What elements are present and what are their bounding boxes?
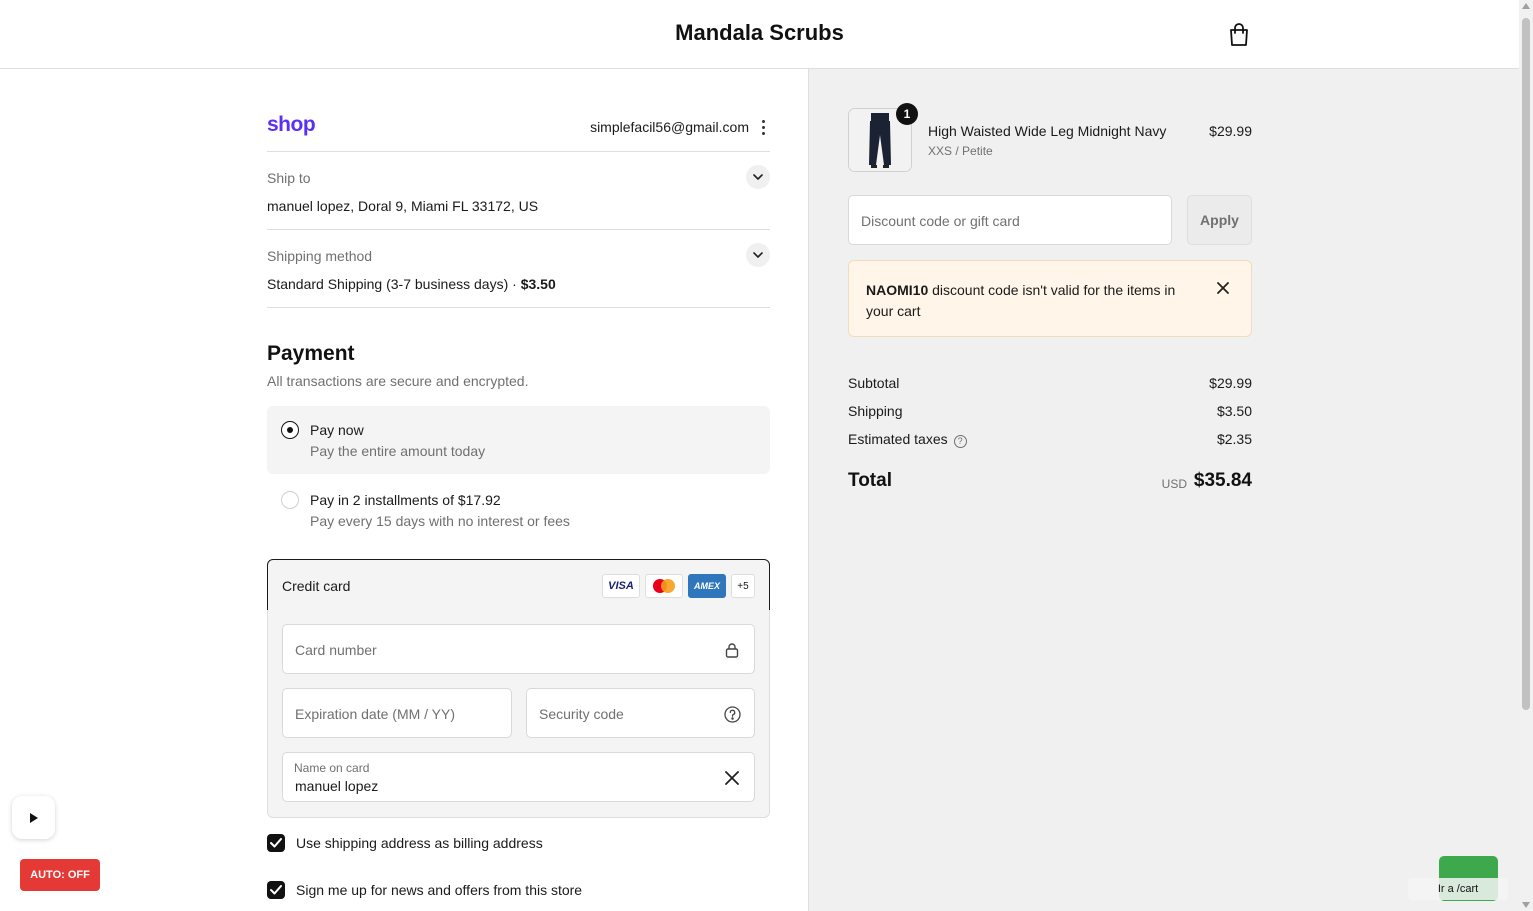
visa-badge: VISA xyxy=(602,574,640,598)
shipping-method-separator: · xyxy=(512,276,517,292)
security-help-icon[interactable] xyxy=(722,704,742,724)
installments-radio[interactable] xyxy=(281,491,299,509)
payment-subtitle: All transactions are secure and encrypte… xyxy=(267,373,529,389)
auto-toggle-button[interactable]: AUTO: OFF xyxy=(20,859,100,891)
amex-badge: AMEX xyxy=(688,574,726,598)
divider xyxy=(267,229,770,230)
total-label: Total xyxy=(848,470,892,491)
pay-now-option[interactable]: Pay now Pay the entire amount today xyxy=(267,406,770,474)
newsletter-checkbox[interactable] xyxy=(267,881,285,899)
more-cards-badge: +5 xyxy=(731,574,755,598)
notice-code: NAOMI10 xyxy=(866,282,929,298)
expiration-placeholder: Expiration date (MM / YY) xyxy=(295,706,456,722)
shipping-value: $3.50 xyxy=(1216,403,1252,419)
notice-text: NAOMI10 discount code isn't valid for th… xyxy=(866,280,1196,322)
estimated-taxes-label: Estimated taxes xyxy=(848,431,948,447)
quantity-badge: 1 xyxy=(896,103,918,125)
divider xyxy=(267,151,770,152)
subtotal-value: $29.99 xyxy=(1209,375,1252,391)
divider xyxy=(267,307,770,308)
pay-now-title: Pay now xyxy=(310,422,364,438)
credit-card-form: Card number Expiration date (MM / YY) Se… xyxy=(267,610,770,818)
cart-bag-icon[interactable] xyxy=(1226,22,1252,48)
shipping-label: Shipping xyxy=(848,403,903,419)
apply-discount-button[interactable]: Apply xyxy=(1187,195,1252,245)
payment-title: Payment xyxy=(267,342,355,365)
order-summary: 1 High Waisted Wide Leg Midnight Navy XX… xyxy=(808,69,1519,911)
security-code-placeholder: Security code xyxy=(539,706,624,722)
go-to-cart-button[interactable]: Ir a /cart xyxy=(1408,878,1508,900)
card-number-input[interactable]: Card number xyxy=(282,624,755,674)
lock-icon xyxy=(722,640,742,660)
discount-code-input[interactable]: Discount code or gift card xyxy=(848,195,1172,245)
installments-title: Pay in 2 installments of $17.92 xyxy=(310,492,501,508)
discount-error-notice: NAOMI10 discount code isn't valid for th… xyxy=(848,260,1252,337)
scrollbar-thumb[interactable] xyxy=(1522,18,1530,710)
discount-placeholder: Discount code or gift card xyxy=(861,213,1020,229)
name-on-card-input[interactable]: Name on card manuel lopez xyxy=(282,752,755,802)
product-variant: XXS / Petite xyxy=(928,144,993,158)
shipping-method-price: $3.50 xyxy=(520,276,556,292)
total-value: $35.84 xyxy=(1193,470,1252,491)
page-scrollbar[interactable] xyxy=(1519,0,1533,911)
product-price: $29.99 xyxy=(1209,123,1252,139)
product-name: High Waisted Wide Leg Midnight Navy xyxy=(928,123,1167,139)
ship-to-address: manuel lopez, Doral 9, Miami FL 33172, U… xyxy=(267,198,539,214)
credit-card-option[interactable]: Credit card VISA AMEX +5 xyxy=(267,559,770,611)
notice-close-icon[interactable] xyxy=(1214,279,1232,297)
ship-to-chevron-down-icon[interactable] xyxy=(746,165,770,189)
pay-now-radio[interactable] xyxy=(281,421,299,439)
billing-address-checkbox[interactable] xyxy=(267,834,285,852)
more-options-icon[interactable] xyxy=(755,118,771,136)
credit-card-label: Credit card xyxy=(282,578,351,594)
subtotal-label: Subtotal xyxy=(848,375,900,391)
play-icon[interactable] xyxy=(12,796,55,839)
shipping-method-chevron-down-icon[interactable] xyxy=(746,243,770,267)
newsletter-label: Sign me up for news and offers from this… xyxy=(296,882,583,898)
account-email: simplefacil56@gmail.com xyxy=(590,119,749,135)
store-name[interactable]: Mandala Scrubs xyxy=(0,20,1519,46)
newsletter-checkbox-row[interactable]: Sign me up for news and offers from this… xyxy=(267,881,607,901)
checkout-form: shop simplefacil56@gmail.com Ship to man… xyxy=(0,69,808,911)
security-code-input[interactable]: Security code xyxy=(526,688,755,738)
clear-close-icon[interactable] xyxy=(722,768,742,788)
billing-address-checkbox-row[interactable]: Use shipping address as billing address xyxy=(267,834,567,854)
expiration-date-input[interactable]: Expiration date (MM / YY) xyxy=(282,688,512,738)
shipping-method-label: Shipping method xyxy=(267,248,373,264)
installments-option[interactable]: Pay in 2 installments of $17.92 Pay ever… xyxy=(267,476,770,544)
name-on-card-label: Name on card xyxy=(294,761,370,775)
estimated-taxes-value: $2.35 xyxy=(1216,431,1252,447)
shipping-method-value: Standard Shipping (3-7 business days) · … xyxy=(267,276,556,292)
scroll-up-arrow-icon[interactable] xyxy=(1522,3,1530,9)
scroll-down-arrow-icon[interactable] xyxy=(1522,902,1530,908)
taxes-help-icon[interactable]: ? xyxy=(953,434,967,448)
mastercard-icon xyxy=(645,574,683,598)
billing-address-label: Use shipping address as billing address xyxy=(296,835,543,851)
card-number-placeholder: Card number xyxy=(295,642,377,658)
store-header: Mandala Scrubs xyxy=(0,0,1519,69)
shipping-method-name: Standard Shipping (3-7 business days) xyxy=(267,276,509,292)
total-currency: USD xyxy=(1161,477,1187,491)
pay-now-subtitle: Pay the entire amount today xyxy=(310,443,486,459)
name-on-card-value: manuel lopez xyxy=(295,778,379,794)
installments-subtitle: Pay every 15 days with no interest or fe… xyxy=(310,513,570,529)
estimated-taxes-row: Estimated taxes? xyxy=(848,431,967,448)
ship-to-label: Ship to xyxy=(267,170,311,186)
shop-pay-logo: shop xyxy=(267,113,316,136)
